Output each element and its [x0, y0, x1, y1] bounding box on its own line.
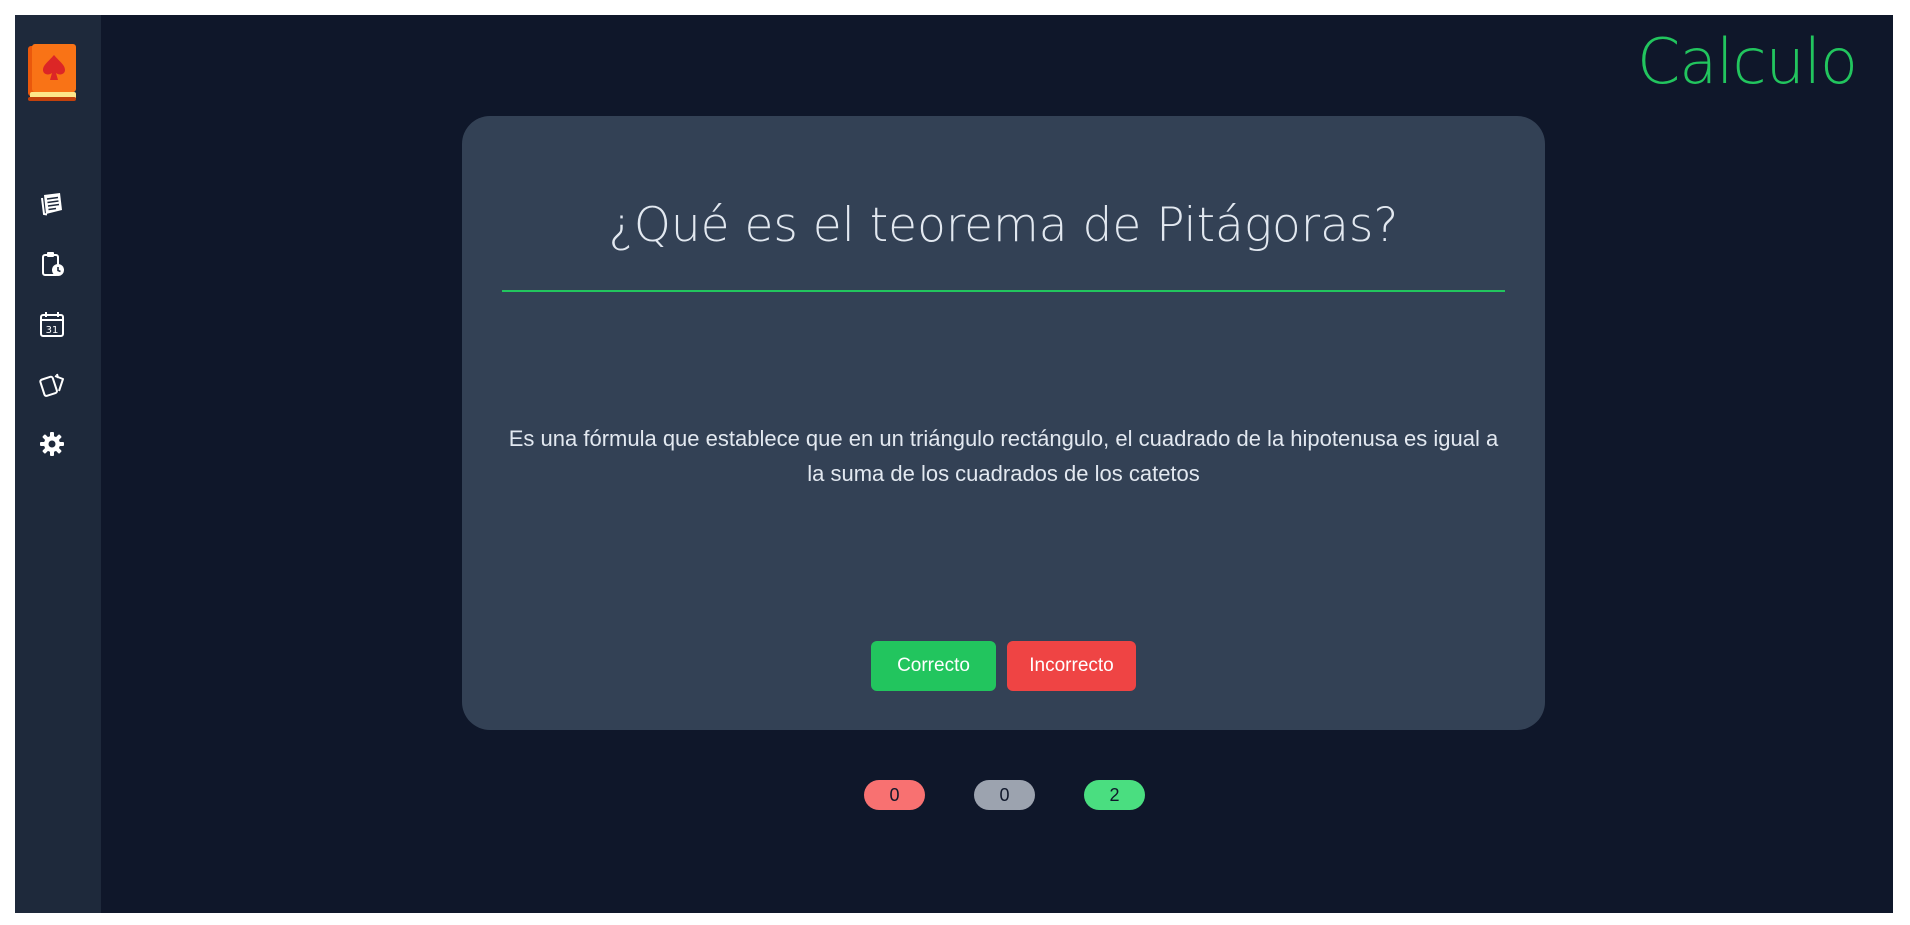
cards-icon[interactable]: [37, 369, 67, 399]
pending-count-badge: 0: [974, 780, 1035, 810]
calendar-icon[interactable]: 31: [37, 309, 67, 339]
clipboard-clock-icon[interactable]: [37, 249, 67, 279]
app-window: 31 Calculo ¿Qué es el teorema de Pitágor…: [15, 15, 1893, 913]
gear-icon[interactable]: [37, 429, 67, 459]
notes-icon[interactable]: [37, 189, 67, 219]
card-divider: [502, 290, 1505, 292]
incorrect-count-badge: 0: [864, 780, 925, 810]
correct-count-badge: 2: [1084, 780, 1145, 810]
sidebar: 31: [15, 15, 101, 913]
card-question: ¿Qué es el teorema de Pitágoras?: [608, 198, 1399, 253]
incorrect-button[interactable]: Incorrecto: [1007, 641, 1136, 691]
correct-button[interactable]: Correcto: [871, 641, 996, 691]
flashcard: ¿Qué es el teorema de Pitágoras? Es una …: [462, 116, 1545, 730]
spade-book-logo[interactable]: [26, 42, 78, 104]
calendar-day: 31: [46, 325, 59, 336]
deck-title: Calculo: [1636, 25, 1858, 98]
card-answer: Es una fórmula que establece que en un t…: [508, 426, 1499, 486]
